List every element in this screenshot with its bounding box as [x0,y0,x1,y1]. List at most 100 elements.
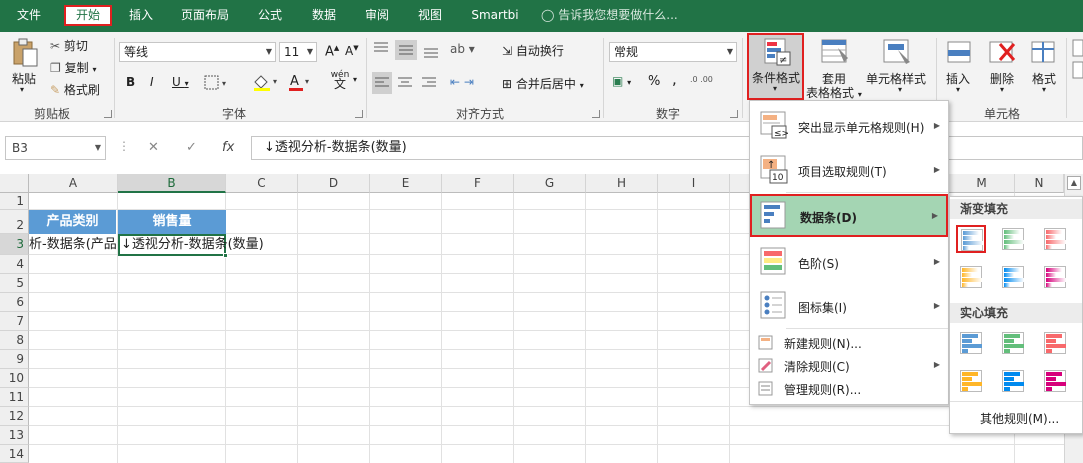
column-header-i[interactable]: I [658,174,730,193]
row-header-3[interactable]: 3 [0,234,29,255]
vertical-align-icons[interactable] [372,40,442,60]
phonetic-dropdown-icon[interactable]: ▾ [353,75,357,84]
menu-item-new-rule[interactable]: 新建规则(N)... [750,331,948,354]
font-name-combo[interactable]: 等线 ▼ [119,42,276,62]
row-header-2[interactable]: 2 [0,210,29,234]
row-header-6[interactable]: 6 [0,293,29,312]
copy-button[interactable]: ❐ 复制 ▾ [50,59,96,76]
comma-button[interactable]: , [672,70,677,88]
format-dropdown-icon[interactable]: ▾ [1042,85,1046,94]
row-header-1[interactable]: 1 [0,193,29,210]
column-header-d[interactable]: D [298,174,370,193]
solid-fill-swatch-1[interactable] [956,329,986,357]
row-header-7[interactable]: 7 [0,312,29,331]
row-header-4[interactable]: 4 [0,255,29,274]
tab-view[interactable]: 视图 [410,5,450,26]
cell-styles-button[interactable]: 单元格样式 [866,70,926,87]
row-header-10[interactable]: 10 [0,369,29,388]
select-all-corner[interactable] [0,174,29,193]
merge-center-button[interactable]: ⊞ 合并后居中 ▾ [502,75,584,92]
insert-function-icon[interactable]: fx [222,136,234,160]
column-header-h[interactable]: H [586,174,658,193]
horizontal-align-icons[interactable] [372,72,442,94]
cut-button[interactable]: ✂ 剪切 [50,37,88,54]
insert-dropdown-icon[interactable]: ▾ [956,85,960,94]
wrap-text-button[interactable]: ⇲ 自动换行 [502,42,564,59]
column-header-a[interactable]: A [29,174,118,193]
column-header-e[interactable]: E [370,174,442,193]
tab-file[interactable]: 文件 [6,5,52,26]
alignment-launcher-icon[interactable] [592,110,600,118]
tell-me-box[interactable]: ◯ 告诉我您想要做什么... [541,5,678,26]
font-size-combo[interactable]: 11 ▼ [279,42,317,62]
solid-fill-swatch-6[interactable] [1040,367,1070,395]
menu-item-highlight-rules[interactable]: ≤> 突出显示单元格规则(H) ▶ [750,103,948,147]
cell-styles-dropdown-icon[interactable]: ▾ [898,85,902,94]
tab-review[interactable]: 审阅 [357,5,397,26]
indent-icons[interactable]: ⇤ ⇥ [450,75,474,89]
column-header-m[interactable]: M [949,174,1015,193]
enter-icon[interactable]: ✓ [186,136,197,160]
row-header-9[interactable]: 9 [0,350,29,369]
solid-fill-swatch-2[interactable] [998,329,1028,357]
delete-dropdown-icon[interactable]: ▾ [1000,85,1004,94]
decimal-icons[interactable]: .0 .00 [690,75,713,84]
paste-dropdown-icon[interactable]: ▾ [20,85,24,94]
tab-data[interactable]: 数据 [304,5,344,26]
editing-icon[interactable] [1072,38,1083,82]
row-header-8[interactable]: 8 [0,331,29,350]
column-header-n[interactable]: N [1015,174,1064,193]
more-rules-item[interactable]: 其他规则(M)... [980,410,1059,427]
gradient-fill-swatch-2[interactable] [998,225,1028,253]
row-header-12[interactable]: 12 [0,407,29,426]
percent-button[interactable]: % [648,74,660,89]
tab-insert[interactable]: 插入 [122,5,160,26]
number-launcher-icon[interactable] [730,110,738,118]
underline-button[interactable]: U ▾ [172,75,189,89]
format-painter-button[interactable]: ✎ 格式刷 [50,81,100,98]
row-header-11[interactable]: 11 [0,388,29,407]
tab-formulas[interactable]: 公式 [250,5,290,26]
tab-home[interactable]: 开始 [64,5,112,26]
gradient-fill-swatch-1[interactable] [956,225,986,253]
font-color-icon[interactable]: A ▾ [288,72,314,92]
grow-font-button[interactable]: A▲ [325,44,339,59]
conditional-formatting-button[interactable]: ≠ 条件格式 ▾ [747,33,804,100]
name-box[interactable]: B3 ▼ [5,136,106,160]
phonetic-button[interactable]: wén 文 [330,71,350,91]
fill-color-icon[interactable]: ▾ [252,72,282,92]
shrink-font-button[interactable]: A▼ [345,44,359,58]
tab-page-layout[interactable]: 页面布局 [172,5,238,26]
menu-item-data-bars[interactable]: 数据条(D) ▶ [750,194,948,237]
menu-item-color-scales[interactable]: 色阶(S) ▶ [750,239,948,283]
solid-fill-swatch-3[interactable] [1040,329,1070,357]
menu-item-clear-rules[interactable]: 清除规则(C) ▶ [750,354,948,377]
gradient-fill-swatch-3[interactable] [1040,225,1070,253]
cell-b2[interactable]: 销售量 [118,210,226,234]
accounting-format-button[interactable]: ▣ ▾ [612,74,631,88]
orientation-icon[interactable]: ab ▾ [450,42,475,56]
gradient-fill-swatch-4[interactable] [956,263,986,291]
scroll-up-icon[interactable]: ▲ [1067,176,1081,190]
menu-item-manage-rules[interactable]: 管理规则(R)... [750,377,948,400]
cell-a2[interactable]: 产品类别 [29,210,117,234]
cell-a3[interactable]: 析-数据条(产品 [29,235,117,254]
tab-smartbi[interactable]: Smartbi [464,5,526,26]
menu-item-icon-sets[interactable]: 图标集(I) ▶ [750,283,948,327]
column-header-c[interactable]: C [226,174,298,193]
column-header-f[interactable]: F [442,174,514,193]
formula-input[interactable]: ↓透视分析-数据条(数量) [251,136,1083,160]
row-header-14[interactable]: 14 [0,445,29,463]
italic-button[interactable]: I [150,75,154,89]
fill-handle[interactable] [223,253,228,258]
row-header-13[interactable]: 13 [0,426,29,445]
solid-fill-swatch-5[interactable] [998,367,1028,395]
number-format-combo[interactable]: 常规 ▼ [609,42,737,62]
font-launcher-icon[interactable] [355,110,363,118]
solid-fill-swatch-4[interactable] [956,367,986,395]
cancel-icon[interactable]: ✕ [148,136,159,160]
menu-item-top-bottom-rules[interactable]: ↑ 10 项目选取规则(T) ▶ [750,147,948,191]
bold-button[interactable]: B [126,75,135,89]
column-header-b[interactable]: B [118,174,226,193]
clipboard-launcher-icon[interactable] [104,110,112,118]
